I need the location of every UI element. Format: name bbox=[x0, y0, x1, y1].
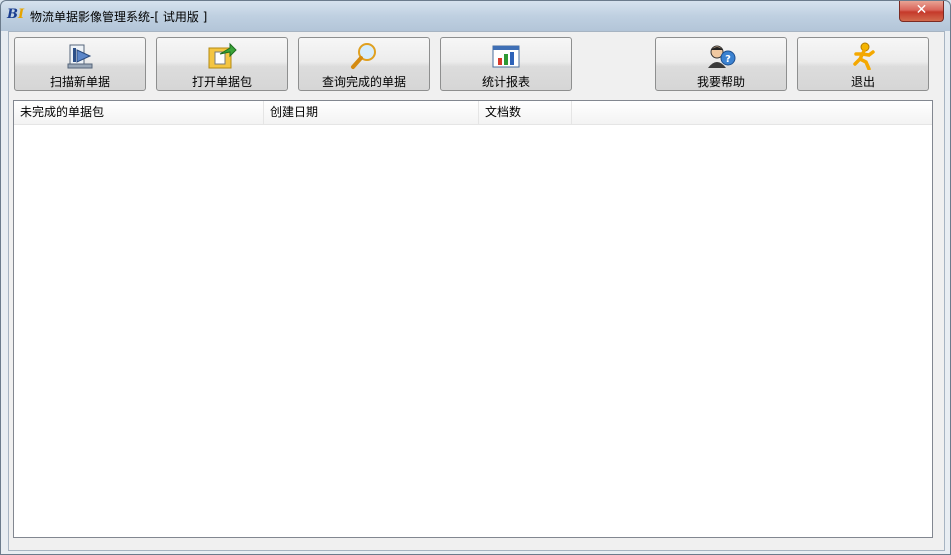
help-button[interactable]: ? 我要帮助 bbox=[655, 37, 787, 91]
magnifier-icon bbox=[351, 43, 376, 69]
scanner-icon bbox=[67, 44, 93, 69]
open-document-package-label: 打开单据包 bbox=[191, 75, 252, 89]
open-folder-icon bbox=[208, 42, 237, 69]
window-title: 物流单据影像管理系统-[ 试用版 ] bbox=[30, 10, 208, 24]
exit-button[interactable]: 退出 bbox=[797, 37, 929, 91]
app-logo-icon: BI bbox=[7, 7, 25, 22]
list-header: 未完成的单据包 创建日期 文档数 bbox=[14, 101, 932, 125]
open-document-package-button[interactable]: 打开单据包 bbox=[156, 37, 288, 91]
help-label: 我要帮助 bbox=[696, 75, 745, 89]
bar-chart-icon bbox=[492, 45, 520, 68]
statistics-report-button[interactable]: 统计报表 bbox=[440, 37, 572, 91]
query-completed-documents-label: 查询完成的单据 bbox=[321, 75, 406, 89]
statistics-report-label: 统计报表 bbox=[481, 75, 530, 89]
column-header-document-count[interactable]: 文档数 bbox=[479, 101, 572, 124]
query-completed-documents-button[interactable]: 查询完成的单据 bbox=[298, 37, 430, 91]
document-package-list[interactable]: 未完成的单据包 创建日期 文档数 bbox=[13, 100, 933, 538]
column-header-creation-date[interactable]: 创建日期 bbox=[264, 101, 479, 124]
main-panel: 扫描新单据 打开单据包 查询完成的单据 统计报表 ? 我要帮助 退出 未完成的单… bbox=[8, 31, 945, 551]
scan-new-document-button[interactable]: 扫描新单据 bbox=[14, 37, 146, 91]
help-user-icon: ? bbox=[708, 45, 736, 68]
exit-running-man-icon bbox=[853, 42, 875, 70]
scan-new-document-label: 扫描新单据 bbox=[49, 75, 110, 89]
svg-text:?: ? bbox=[725, 54, 731, 65]
title-bar[interactable]: BI 物流单据影像管理系统-[ 试用版 ] ✕ bbox=[1, 1, 950, 31]
close-button[interactable]: ✕ bbox=[899, 1, 944, 22]
exit-label: 退出 bbox=[850, 75, 875, 89]
app-window: BI 物流单据影像管理系统-[ 试用版 ] ✕ 扫描新单据 打开单据包 查询完成… bbox=[0, 0, 951, 555]
column-header-incomplete-packages[interactable]: 未完成的单据包 bbox=[14, 101, 264, 124]
